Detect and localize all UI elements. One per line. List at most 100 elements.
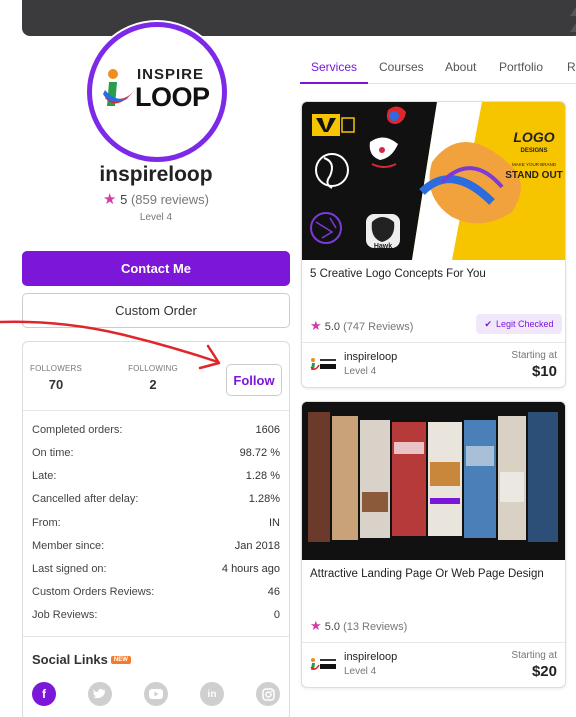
twitter-icon[interactable] <box>88 682 112 706</box>
service-card[interactable]: Attractive Landing Page Or Web Page Desi… <box>301 401 566 688</box>
tab-courses[interactable]: Courses <box>379 60 424 74</box>
price: $10 <box>531 363 557 380</box>
seller-logo-icon <box>310 358 336 370</box>
stat-value: IN <box>269 517 280 529</box>
designs-caption: DESIGNS <box>520 148 547 154</box>
divider <box>302 642 565 643</box>
banner-decoration <box>570 20 576 32</box>
followers-label: FOLLOWERS <box>29 364 83 373</box>
tab-portfolio[interactable]: Portfolio <box>499 60 543 74</box>
brand-logo-mark-icon <box>103 69 135 106</box>
seller-name[interactable]: inspireloop <box>344 651 397 663</box>
social-links-label: Social Links <box>32 652 108 667</box>
stat-row: Late: 1.28 % <box>32 470 280 488</box>
logo-headline: LOGO <box>513 129 554 145</box>
banner-decoration <box>570 4 576 16</box>
brand-logo: INSPIRE LOOP <box>99 62 215 122</box>
tab-reviews[interactable]: Re <box>567 60 576 74</box>
stat-value: 98.72 % <box>239 447 280 459</box>
followers-count: FOLLOWERS 70 <box>26 364 86 392</box>
stat-label: From: <box>32 517 61 529</box>
tab-services[interactable]: Services <box>311 60 357 74</box>
stat-label: On time: <box>32 447 74 459</box>
check-icon: ✔ <box>484 318 492 329</box>
brand-logo-bottom-text: LOOP <box>135 82 210 112</box>
hawk-logo-text: Hawk <box>374 243 392 250</box>
stat-row: From: IN <box>32 517 280 535</box>
tab-about[interactable]: About <box>445 60 476 74</box>
stat-label: Last signed on: <box>32 563 107 575</box>
seller-logo-icon <box>310 658 336 670</box>
facebook-icon[interactable]: f <box>32 682 56 706</box>
seller-level: Level 4 <box>139 212 173 223</box>
service-card[interactable]: Hawk LOGO DESIGNS MAKE YOUR BRAND STAND … <box>301 101 566 388</box>
legit-checked-badge: ✔ Legit Checked <box>476 314 562 334</box>
seller-name[interactable]: inspireloop <box>344 351 397 363</box>
active-tab-indicator <box>300 82 368 84</box>
review-count: (747 Reviews) <box>343 321 414 333</box>
review-count: (13 Reviews) <box>343 621 408 633</box>
service-rating: ★ 5.0 (747 Reviews) <box>310 318 413 334</box>
linkedin-icon[interactable]: in <box>200 682 224 706</box>
cover-banner <box>22 0 576 36</box>
landing-page-artwork <box>302 402 565 560</box>
star-icon: ★ <box>310 618 322 633</box>
rating-value: 5.0 <box>324 621 341 633</box>
following-count: FOLLOWING 2 <box>123 364 183 392</box>
stat-label: Job Reviews: <box>32 609 98 621</box>
stat-row: Cancelled after delay: 1.28% <box>32 493 280 511</box>
brand-logo-top-text: INSPIRE <box>137 66 205 83</box>
following-label: FOLLOWING <box>128 364 178 373</box>
stat-row: Custom Orders Reviews: 46 <box>32 586 280 604</box>
stat-row: Job Reviews: 0 <box>32 609 280 627</box>
stat-value: 0 <box>273 609 280 621</box>
youtube-icon[interactable] <box>144 682 168 706</box>
contact-me-button[interactable]: Contact Me <box>22 251 290 286</box>
stat-row: Completed orders: 1606 <box>32 424 280 442</box>
seller-level: Level 4 <box>344 366 377 377</box>
service-rating: ★ 5.0 (13 Reviews) <box>310 618 407 634</box>
profile-tabs: Services Courses About Portfolio Re <box>300 46 576 84</box>
stat-label: Completed orders: <box>32 424 123 436</box>
divider <box>23 410 289 411</box>
stat-row: Member since: Jan 2018 <box>32 540 280 558</box>
divider <box>302 342 565 343</box>
username[interactable]: inspireloop <box>0 163 312 187</box>
stat-value: 1.28 % <box>245 470 280 482</box>
service-thumbnail[interactable] <box>302 402 565 560</box>
stat-value: 1.28% <box>248 493 280 505</box>
new-badge: NEW <box>110 656 131 664</box>
following-value: 2 <box>149 377 157 392</box>
service-title[interactable]: Attractive Landing Page Or Web Page Desi… <box>310 568 544 580</box>
starting-at-label: Starting at <box>511 350 557 361</box>
starting-at-label: Starting at <box>511 650 557 661</box>
stat-value: 1606 <box>255 424 280 436</box>
review-count[interactable]: (859 reviews) <box>131 192 209 207</box>
rating-value: 5.0 <box>324 321 341 333</box>
service-title[interactable]: 5 Creative Logo Concepts For You <box>310 268 486 280</box>
star-icon: ★ <box>103 191 117 208</box>
stat-label: Member since: <box>32 540 105 552</box>
stat-label: Late: <box>32 470 57 482</box>
instagram-icon[interactable] <box>256 682 280 706</box>
seller-rating: ★ 5 (859 reviews) <box>0 190 312 208</box>
custom-order-button[interactable]: Custom Order <box>22 293 290 328</box>
divider <box>23 636 289 637</box>
social-links-title: Social Links NEW <box>32 652 131 667</box>
brand-caption: MAKE YOUR BRAND <box>512 162 557 167</box>
rating-value: 5 <box>120 192 128 207</box>
stat-label: Cancelled after delay: <box>32 493 139 505</box>
follow-button[interactable]: Follow <box>226 364 282 396</box>
logo-concepts-artwork: Hawk LOGO DESIGNS MAKE YOUR BRAND STAND … <box>302 102 563 260</box>
price: $20 <box>531 663 557 680</box>
stat-row: Last signed on: 4 hours ago <box>32 563 280 581</box>
avatar[interactable]: INSPIRE LOOP <box>87 22 227 162</box>
seller-level: Level 4 <box>344 666 377 677</box>
star-icon: ★ <box>310 318 322 333</box>
followers-value: 70 <box>48 377 64 392</box>
service-thumbnail[interactable]: Hawk LOGO DESIGNS MAKE YOUR BRAND STAND … <box>302 102 565 260</box>
stat-value: 4 hours ago <box>221 563 280 575</box>
stat-value: Jan 2018 <box>234 540 280 552</box>
stat-value: 46 <box>267 586 280 598</box>
stand-out-caption: STAND OUT <box>505 170 563 181</box>
